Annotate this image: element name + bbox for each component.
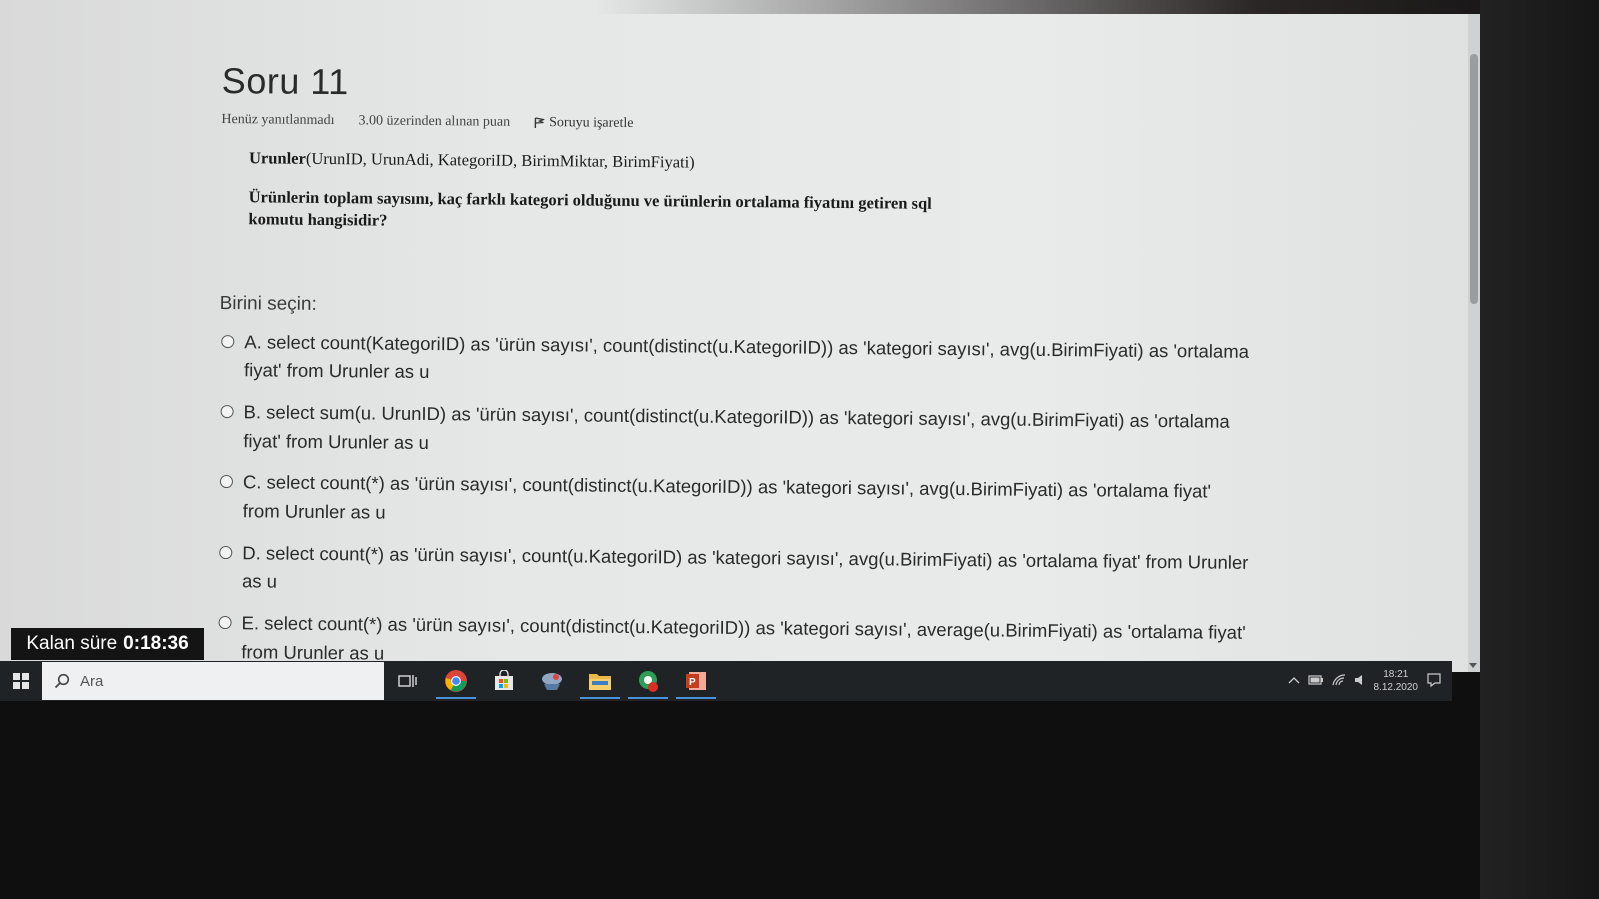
radio-button[interactable] [221, 334, 235, 348]
schema-columns: (UrunID, UrunAdi, KategoriID, BirimMikta… [305, 148, 695, 172]
volume-icon[interactable] [1354, 674, 1366, 689]
answer-status: Henüz yanıtlanmadı [221, 111, 335, 129]
answer-option-b[interactable]: B. select sum(u. UrunID) as 'ürün sayısı… [218, 398, 1338, 466]
time-remaining-box: Kalan süre 0:18:36 [11, 628, 204, 660]
schema-table-name: Urunler [248, 148, 306, 168]
question-content: Soru 11 Henüz yanıtlanmadı 3.00 üzerinde… [216, 60, 1342, 672]
notification-center-icon[interactable] [1426, 672, 1442, 691]
flag-icon [534, 117, 545, 129]
taskbar-powerpoint[interactable]: P [672, 661, 720, 701]
question-text: Ürünlerin toplam sayısını, kaç farklı ka… [248, 187, 932, 230]
battery-icon[interactable] [1307, 674, 1324, 688]
taskbar-app-notification[interactable] [624, 661, 672, 701]
task-view-icon [398, 675, 417, 687]
question-text-box: Urunler(UrunID, UrunAdi, KategoriID, Bir… [248, 148, 1341, 241]
store-bag-icon [495, 670, 513, 690]
flag-question-label: Soruyu işaretle [549, 115, 634, 131]
powerpoint-icon: P [686, 672, 706, 690]
chrome-icon [445, 670, 467, 692]
choose-one-label: Birini seçin: [219, 292, 317, 315]
start-button[interactable] [0, 661, 42, 701]
answer-option-d[interactable]: D. select count(*) as 'ürün sayısı', cou… [217, 539, 1337, 607]
vertical-scrollbar[interactable] [1468, 14, 1480, 672]
radio-button[interactable] [219, 545, 233, 559]
windows-logo-icon [13, 673, 29, 689]
time-remaining-value: 0:18:36 [123, 633, 189, 654]
scrollbar-thumb[interactable] [1470, 54, 1478, 304]
taskbar-file-explorer[interactable] [576, 661, 624, 701]
time-remaining-label: Kalan süre [26, 633, 118, 654]
app-icon [542, 673, 562, 690]
taskbar-chrome[interactable] [432, 661, 480, 701]
question-title: Soru 11 [221, 60, 349, 103]
app-icon [639, 671, 658, 692]
answer-option-c[interactable]: C. select count(*) as 'ürün sayısı', cou… [218, 468, 1338, 536]
task-view-button[interactable] [384, 661, 432, 701]
taskbar-app[interactable] [528, 661, 576, 701]
radio-button[interactable] [218, 615, 232, 630]
search-placeholder: Ara [80, 672, 104, 690]
search-icon [54, 673, 70, 689]
radio-button[interactable] [220, 404, 234, 419]
radio-button[interactable] [219, 475, 234, 489]
answer-option-text: C. select count(*) as 'ürün sayısı', cou… [242, 471, 1212, 523]
svg-text:P: P [689, 677, 696, 688]
taskbar-clock[interactable]: 18:21 8.12.2020 [1374, 668, 1419, 694]
answer-option-text: B. select sum(u. UrunID) as 'ürün sayısı… [243, 401, 1230, 453]
answer-option-text: A. select count(KategoriID) as 'ürün say… [243, 330, 1250, 383]
table-schema: Urunler(UrunID, UrunAdi, KategoriID, Bir… [249, 148, 1341, 178]
clock-date: 8.12.2020 [1373, 682, 1419, 693]
taskbar-search-box[interactable]: Ara [42, 662, 384, 700]
question-meta: Henüz yanıtlanmadı 3.00 üzerinden alınan… [221, 112, 1341, 139]
chevron-up-icon[interactable] [1288, 675, 1300, 687]
windows-taskbar: Ara P 18:21 8.12.2020 [0, 661, 1452, 701]
question-points: 3.00 üzerinden alınan puan [358, 113, 511, 130]
folder-icon [589, 674, 611, 690]
browser-viewport: Soru 11 Henüz yanıtlanmadı 3.00 üzerinde… [0, 0, 1480, 672]
answer-option-a[interactable]: A. select count(KategoriID) as 'ürün say… [219, 328, 1339, 396]
top-bar-edge [0, 0, 1480, 14]
scroll-down-arrow-icon[interactable] [1469, 663, 1477, 668]
flag-question-link[interactable]: Soruyu işaretle [534, 115, 634, 132]
clock-time: 18:21 [1383, 669, 1409, 680]
system-tray: 18:21 8.12.2020 [1288, 668, 1453, 694]
wifi-icon[interactable] [1331, 673, 1346, 689]
answer-option-text: D. select count(*) as 'ürün sayısı', cou… [241, 541, 1249, 592]
monitor-bezel [1480, 0, 1599, 899]
taskbar-store[interactable] [480, 661, 528, 701]
